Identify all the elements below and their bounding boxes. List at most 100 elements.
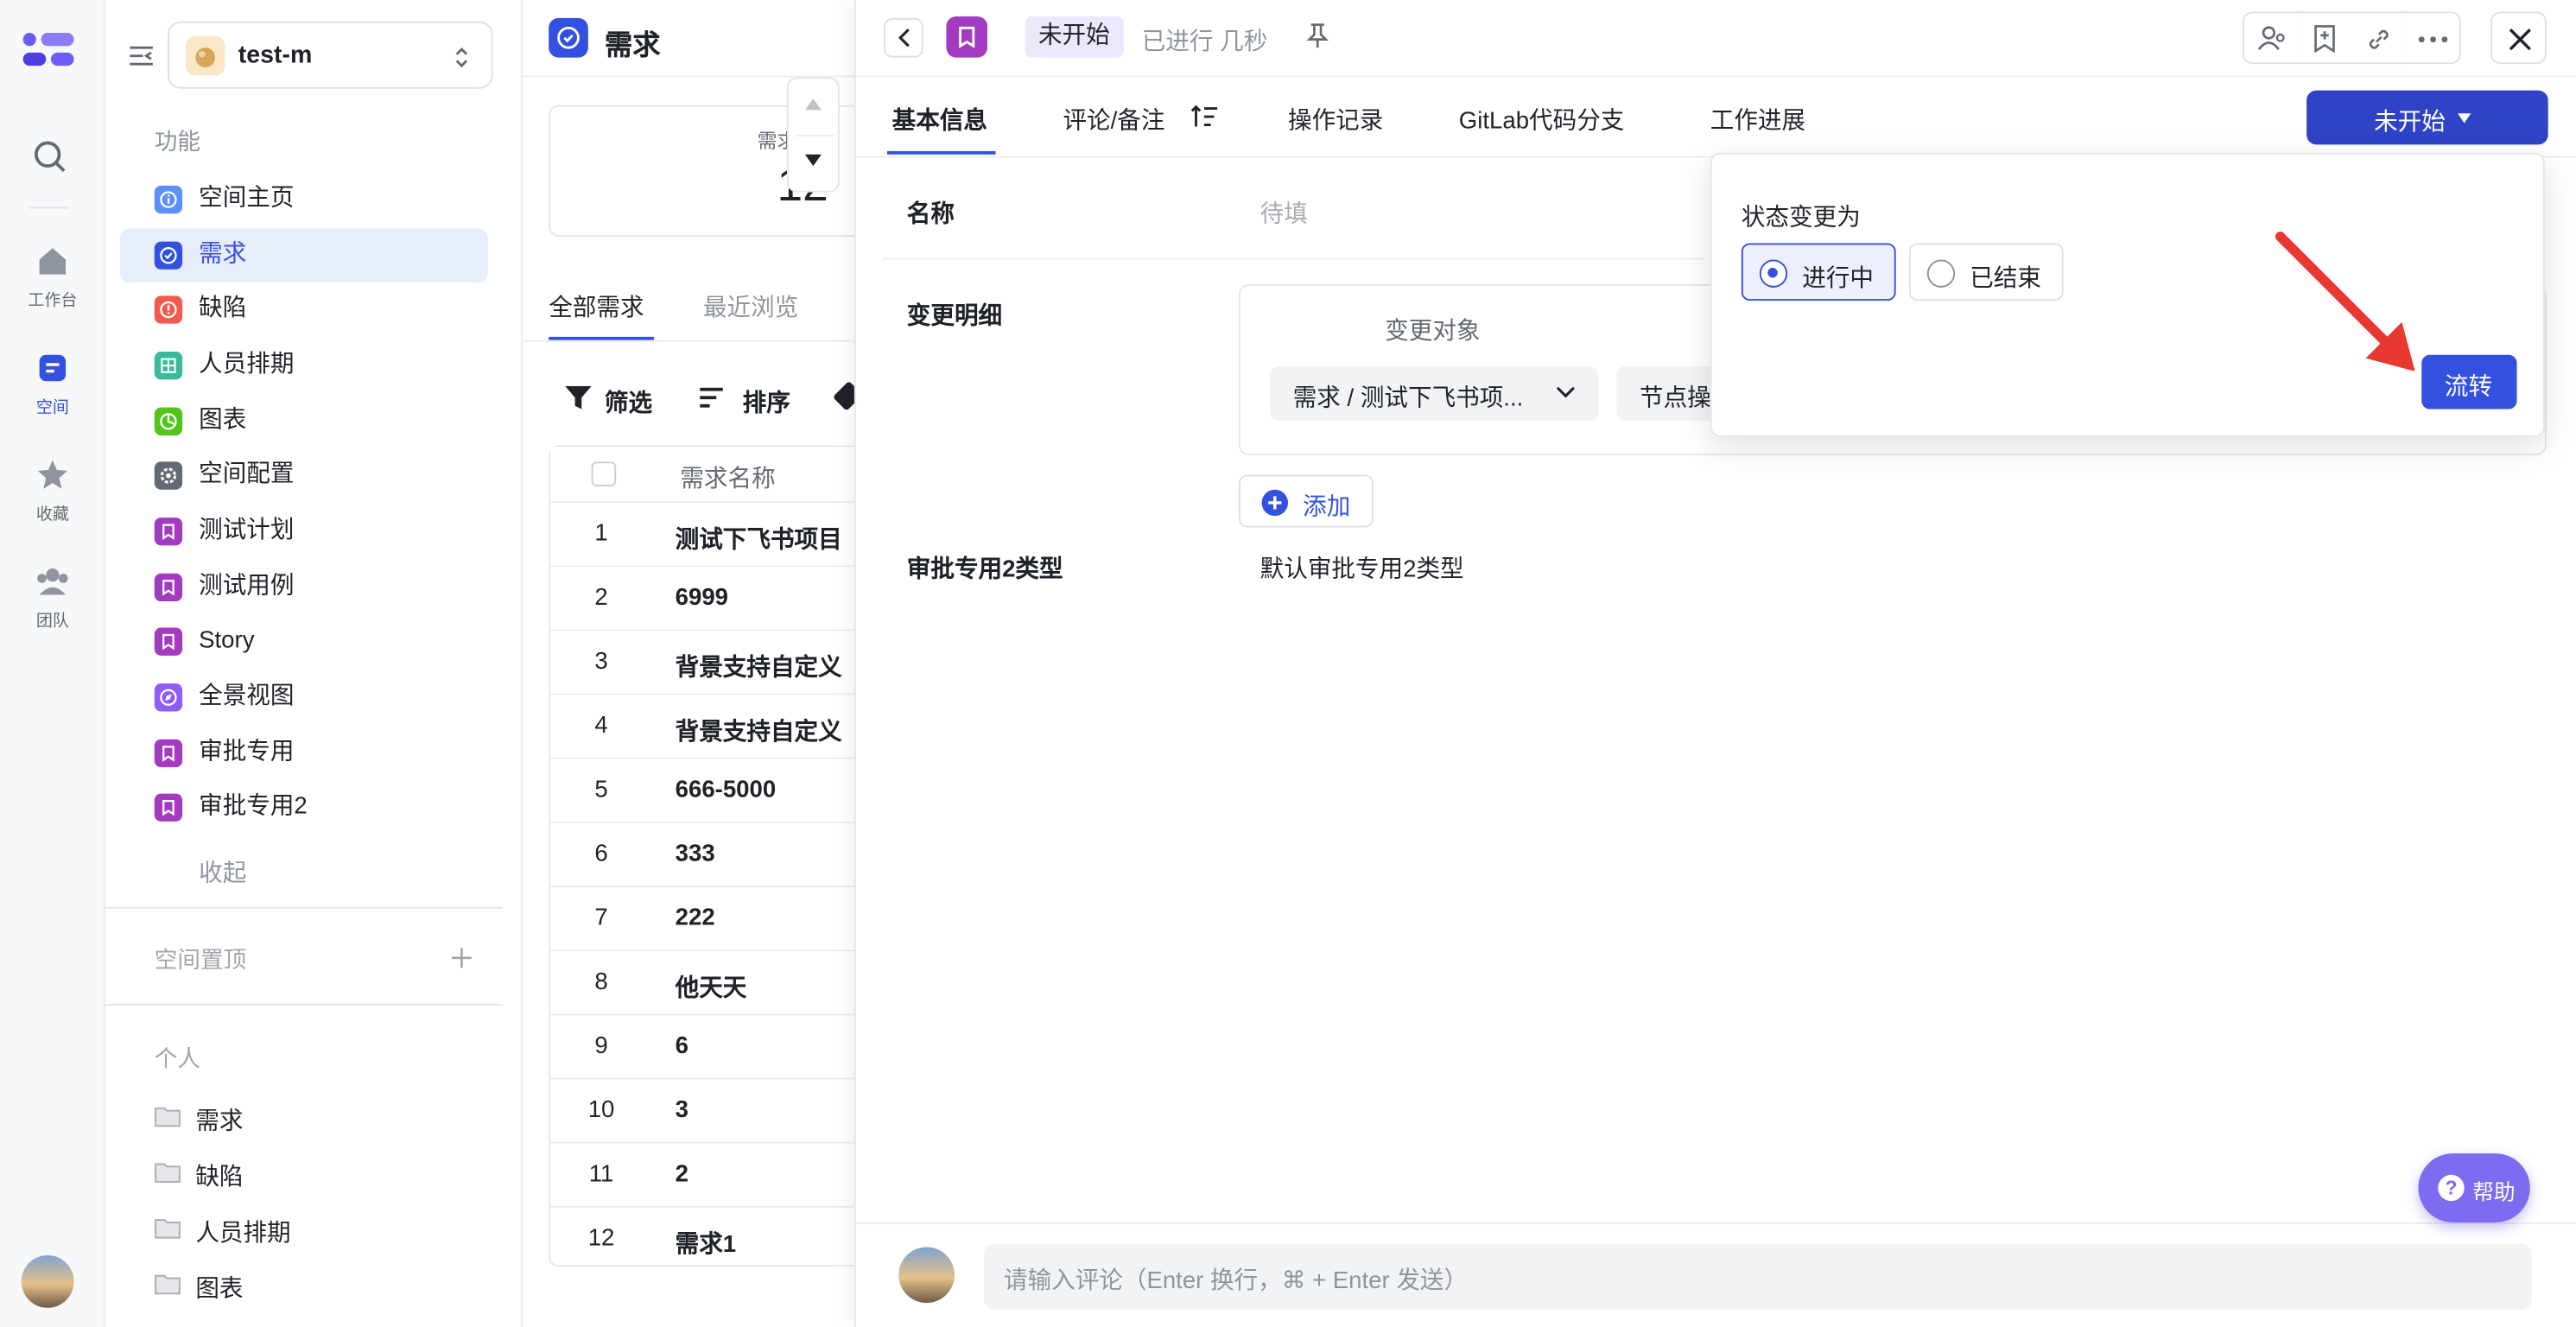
tab-history[interactable]: 操作记录 <box>1288 102 1383 137</box>
sort-order-icon[interactable] <box>1190 105 1218 129</box>
scroll-down-icon[interactable] <box>804 154 822 167</box>
add-button[interactable]: 添加 <box>1238 474 1374 528</box>
table-row[interactable]: 2 6999 <box>549 565 878 629</box>
app-logo[interactable] <box>20 29 79 75</box>
folder-item[interactable]: 缺陷 <box>155 1153 483 1193</box>
field-divider <box>882 257 1704 260</box>
plus-icon[interactable] <box>448 945 474 971</box>
sort-button[interactable]: 排序 <box>700 381 798 417</box>
change-object-select[interactable]: 需求 / 测试下飞书项... <box>1270 366 1599 421</box>
tab-progress[interactable]: 工作进展 <box>1710 102 1805 137</box>
folder-item[interactable]: 图表 <box>155 1265 483 1305</box>
scroll-stepper[interactable] <box>786 77 840 193</box>
select-all-checkbox[interactable] <box>591 461 617 486</box>
row-number: 1 <box>594 520 608 548</box>
name-input[interactable]: 待填 <box>1260 195 1308 230</box>
sidebar-item-approval[interactable]: 审批专用 <box>120 727 488 781</box>
tab-gitlab[interactable]: GitLab代码分支 <box>1459 102 1625 137</box>
table-row[interactable]: 1 测试下飞书项目 <box>549 501 878 565</box>
rail-item-team[interactable]: 团队 <box>0 563 105 631</box>
tab-recent[interactable]: 最近浏览 <box>703 289 798 324</box>
sidebar-divider <box>105 906 503 909</box>
sidebar-item-requirements[interactable]: 需求 <box>119 228 488 283</box>
sidebar-item-story[interactable]: Story <box>120 614 488 669</box>
rail-item-space[interactable]: 空间 <box>0 350 105 417</box>
sort-label: 排序 <box>742 390 790 418</box>
filter-button[interactable]: 筛选 <box>565 381 663 417</box>
approval-type-value[interactable]: 默认审批专用2类型 <box>1260 550 1464 585</box>
folder-item[interactable]: 需求 <box>155 1097 483 1137</box>
row-number: 7 <box>594 905 608 932</box>
folder-item[interactable]: 人员排期 <box>155 1210 483 1249</box>
bookmark-button[interactable] <box>2296 11 2353 65</box>
add-label: 添加 <box>1303 494 1351 521</box>
field-label-approval-type: 审批专用2类型 <box>906 556 1063 584</box>
section-personal: 个人 <box>154 1044 201 1071</box>
table-row[interactable]: 4 背景支持自定义 <box>549 693 878 758</box>
transition-button[interactable]: 流转 <box>2421 354 2517 410</box>
search-icon[interactable] <box>31 138 67 175</box>
sidebar-item-label: 人员排期 <box>199 351 295 378</box>
folder-label: 需求 <box>195 1108 244 1136</box>
table-row[interactable]: 3 背景支持自定义 <box>549 629 878 693</box>
scroll-up-icon[interactable] <box>804 98 822 111</box>
table-row[interactable]: 7 222 <box>549 886 878 949</box>
back-button[interactable] <box>884 17 923 58</box>
table-header: 需求名称 <box>550 447 871 502</box>
space-avatar-icon <box>185 35 225 76</box>
rail-label: 团队 <box>35 613 69 632</box>
row-number: 12 <box>587 1225 615 1253</box>
space-switcher[interactable]: test-m <box>167 21 493 89</box>
tab-basic-info[interactable]: 基本信息 <box>892 102 987 137</box>
tab-all-requirements[interactable]: 全部需求 <box>549 289 644 324</box>
comment-input[interactable]: 请输入评论（Enter 换行，⌘ + Enter 发送） <box>984 1243 2532 1310</box>
sidebar-item-space-home[interactable]: 空间主页 <box>120 173 488 227</box>
sidebar-item-test-cases[interactable]: 测试用例 <box>120 561 488 615</box>
table-row[interactable]: 5 666-5000 <box>549 757 878 822</box>
table-row[interactable]: 10 3 <box>549 1077 878 1142</box>
sidebar-item-panorama[interactable]: 全景视图 <box>120 670 488 725</box>
collapse-link[interactable]: 收起 <box>199 854 246 889</box>
pie-chart-icon <box>154 407 183 435</box>
pin-icon[interactable] <box>1306 23 1329 49</box>
row-name: 6999 <box>675 585 729 612</box>
table-row[interactable]: 11 2 <box>549 1141 878 1206</box>
sidebar-divider <box>105 1003 503 1006</box>
sidebar-item-schedule[interactable]: 人员排期 <box>120 339 488 393</box>
sidebar-item-defects[interactable]: 缺陷 <box>120 283 488 337</box>
rail-item-workbench[interactable]: 工作台 <box>0 243 105 310</box>
radio-in-progress[interactable]: 进行中 <box>1741 243 1896 302</box>
members-button[interactable] <box>2242 11 2299 65</box>
table-row[interactable]: 96 <box>549 1013 878 1077</box>
close-button[interactable] <box>2490 11 2547 65</box>
table-row[interactable]: 12 需求1 <box>549 1205 878 1270</box>
close-icon <box>2509 29 2531 51</box>
row-number: 10 <box>587 1097 615 1124</box>
chevron-updown-icon <box>452 42 472 72</box>
left-rail: 工作台 空间 收藏 团队 <box>0 0 105 1327</box>
table-row[interactable]: 8 他天天 <box>549 949 878 1013</box>
sidebar-item-space-settings[interactable]: 空间配置 <box>120 448 488 503</box>
page-title: 需求 <box>604 29 661 61</box>
collapse-sidebar-icon[interactable] <box>126 41 155 71</box>
comment-placeholder: 请输入评论（Enter 换行，⌘ + Enter 发送） <box>1003 1268 1469 1295</box>
help-button[interactable]: ? 帮助 <box>2418 1153 2530 1222</box>
rail-item-favorites[interactable]: 收藏 <box>0 457 105 524</box>
radio-finished[interactable]: 已结束 <box>1908 243 2064 302</box>
tab-comments[interactable]: 评论/备注 <box>1063 102 1164 137</box>
sidebar-item-label: 需求 <box>199 241 247 268</box>
avatar[interactable] <box>21 1254 74 1308</box>
row-name: 333 <box>675 841 715 868</box>
sidebar-item-test-plan[interactable]: 测试计划 <box>120 505 488 559</box>
copy-link-button[interactable] <box>2351 11 2408 65</box>
change-object-value: 需求 / 测试下飞书项... <box>1292 385 1524 413</box>
row-name: 测试下飞书项目 <box>675 527 842 554</box>
folder-icon <box>155 1107 181 1127</box>
status-dropdown-button[interactable]: 未开始 <box>2306 90 2548 145</box>
rail-label: 工作台 <box>28 292 78 311</box>
table-row[interactable]: 6 333 <box>549 821 878 886</box>
more-button[interactable] <box>2405 11 2461 65</box>
sidebar-item-approval-2[interactable]: 审批专用2 <box>120 780 488 835</box>
check-circle-icon <box>154 241 183 270</box>
sidebar-item-charts[interactable]: 图表 <box>120 394 488 448</box>
